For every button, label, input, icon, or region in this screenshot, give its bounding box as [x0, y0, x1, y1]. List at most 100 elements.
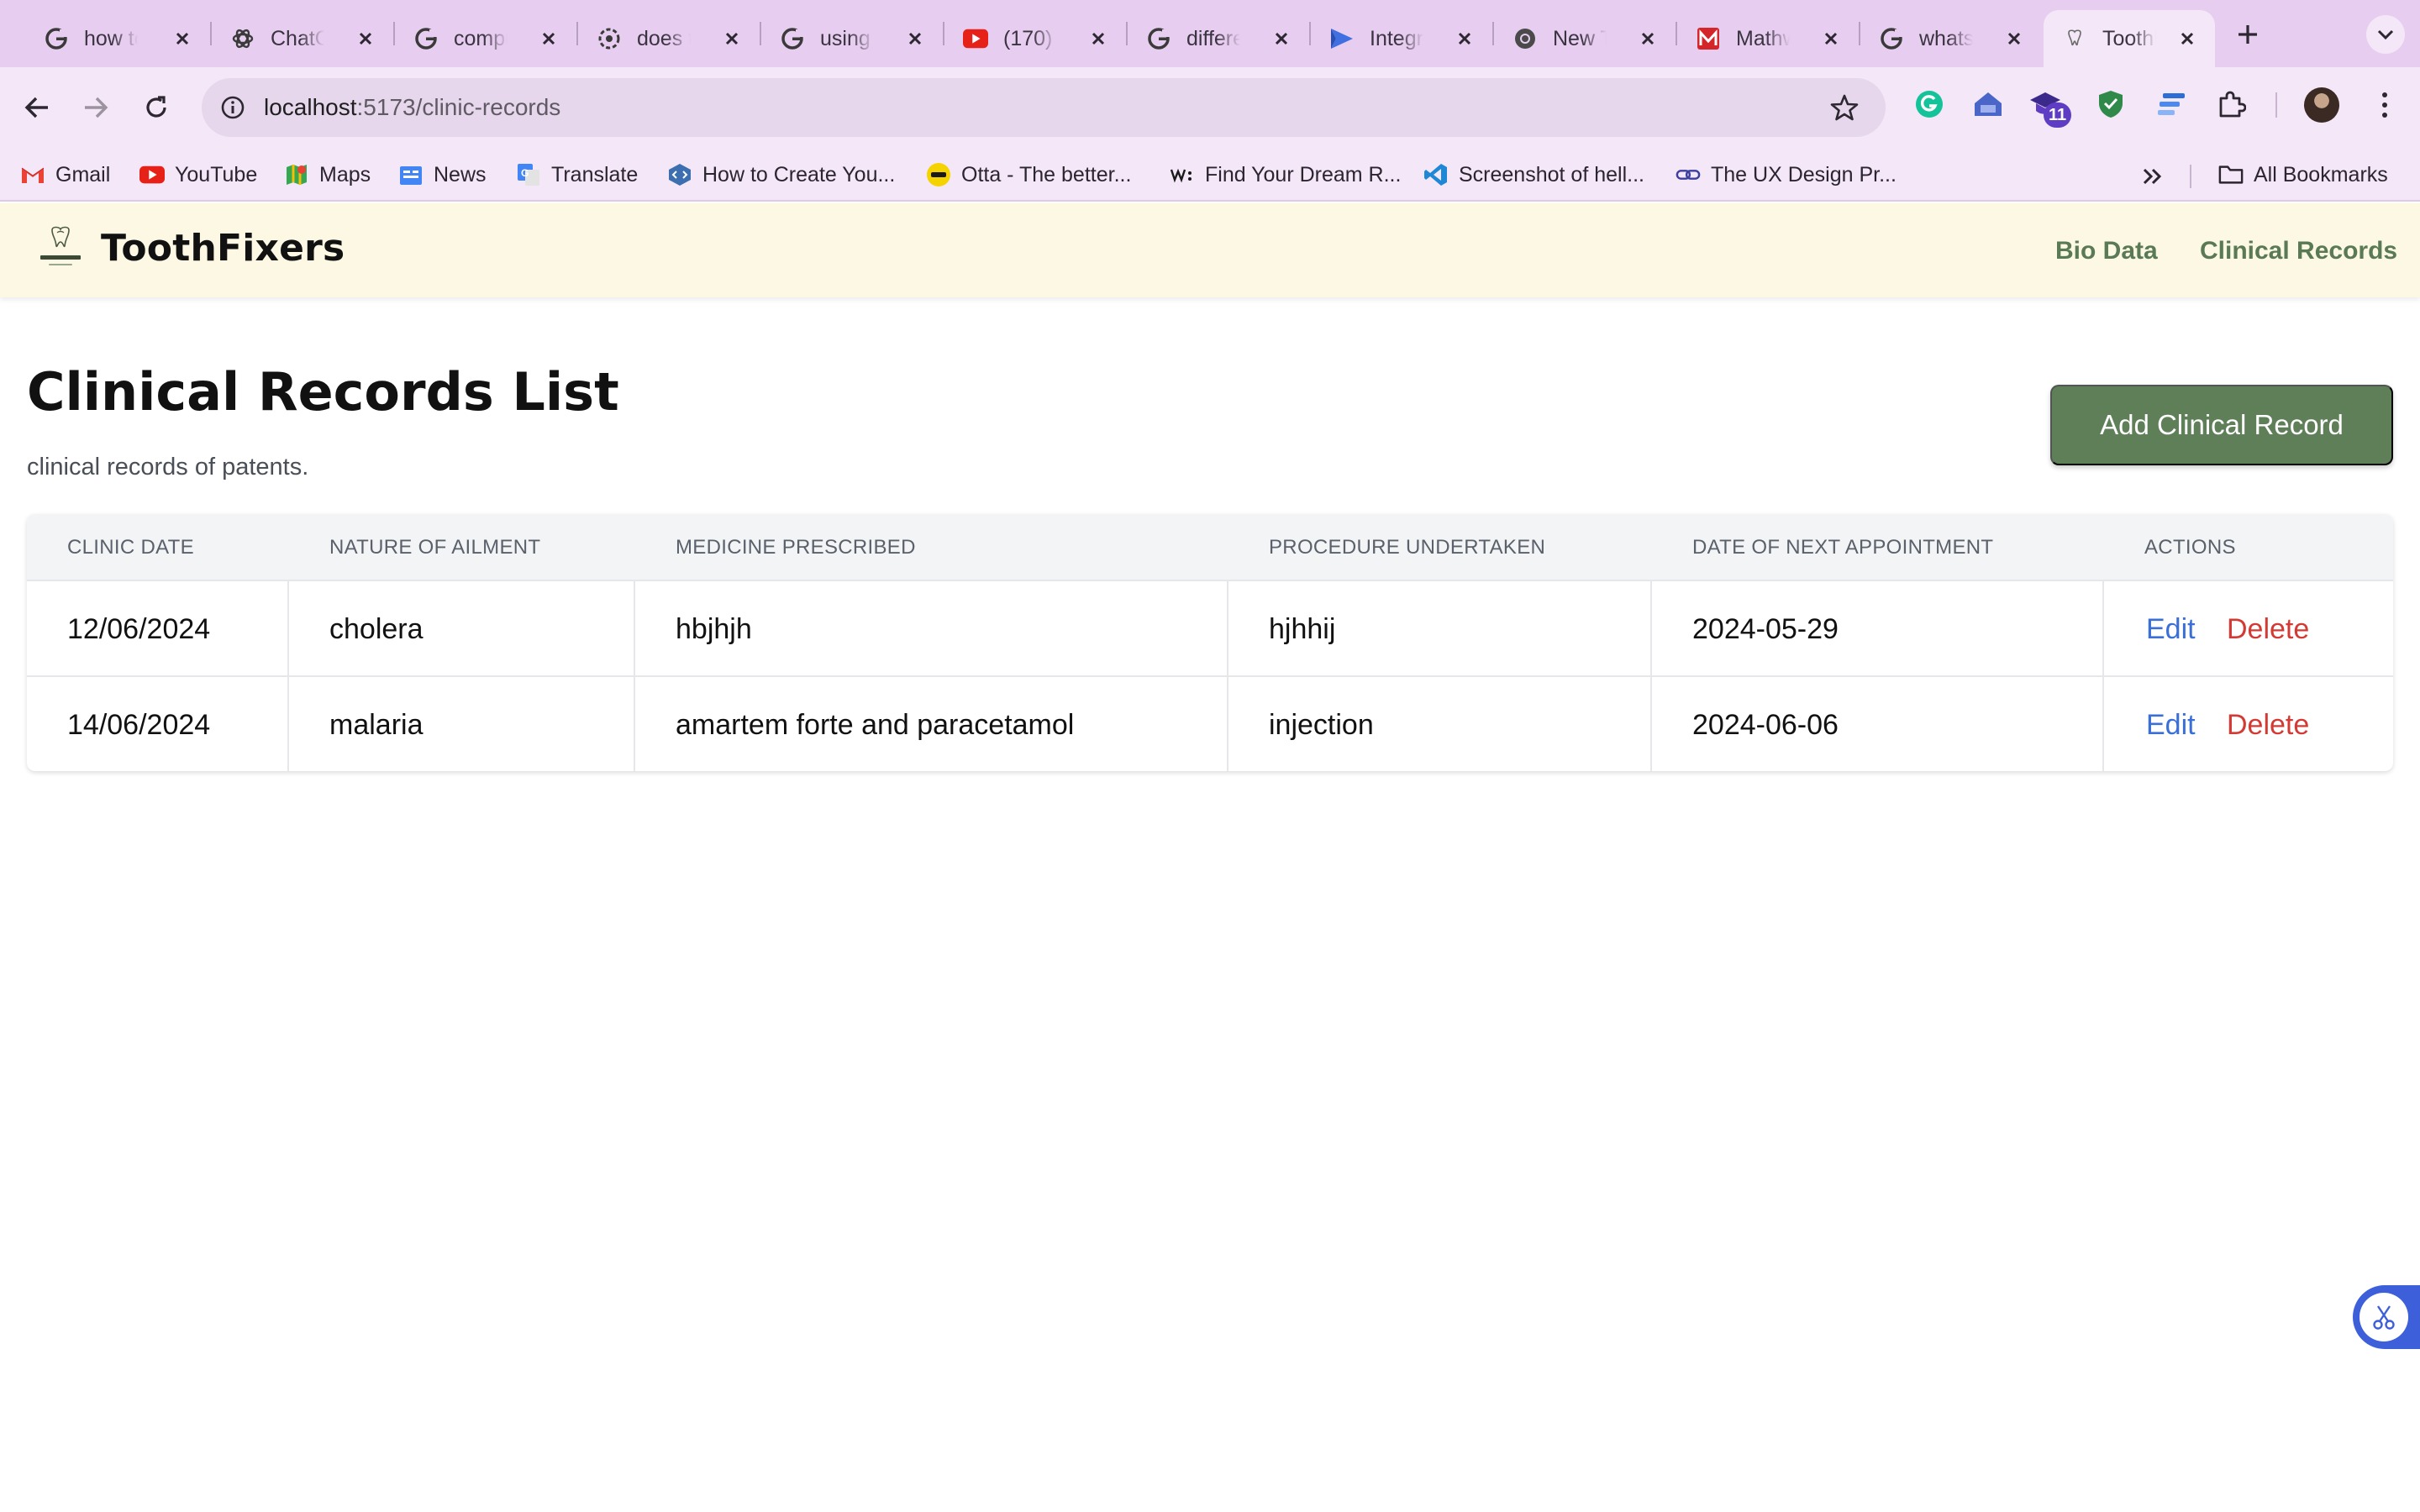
cell-ailment: cholera [329, 613, 424, 645]
close-icon[interactable] [2175, 26, 2200, 51]
add-clinical-record-button[interactable]: Add Clinical Record [2050, 385, 2393, 465]
close-icon[interactable] [1269, 26, 1294, 51]
profile-avatar[interactable] [2304, 87, 2339, 123]
cell-ailment: malaria [329, 709, 424, 741]
extension-house-icon[interactable] [1970, 86, 2007, 123]
extensions-puzzle-icon[interactable] [2213, 86, 2250, 123]
tab-9[interactable]: Mathw [1677, 10, 1859, 67]
bookmark-screenshot[interactable]: Screenshot of hell... [1423, 160, 1644, 190]
tab-3[interactable]: does t [578, 10, 760, 67]
link-icon [1676, 162, 1701, 187]
tab-1[interactable]: ChatGPT [212, 10, 393, 67]
translate-icon: G [516, 162, 541, 187]
close-icon[interactable] [170, 26, 195, 51]
forward-button[interactable] [74, 86, 118, 129]
tab-5[interactable]: (170) S [944, 10, 1126, 67]
reload-button[interactable] [134, 86, 178, 129]
browser-menu-icon[interactable] [2370, 87, 2400, 123]
nav-bio-data[interactable]: Bio Data [2055, 237, 2158, 265]
toothfixers-logo[interactable] [35, 223, 86, 276]
bookmark-star-icon[interactable] [1828, 92, 1860, 123]
google-icon [1879, 26, 1904, 51]
browser-window: how to ChatGPT compu does t using r [0, 0, 2420, 1512]
column-divider [1650, 677, 1652, 771]
wellfound-icon [1170, 162, 1195, 187]
toothfixers-icon [2062, 26, 2087, 51]
column-divider [287, 581, 289, 677]
vscode-icon [1423, 162, 1449, 187]
tab-2[interactable]: compu [395, 10, 576, 67]
shield-icon[interactable] [2092, 86, 2129, 123]
close-icon[interactable] [536, 26, 561, 51]
column-divider [1227, 581, 1228, 677]
brand-name[interactable]: ToothFixers [101, 227, 345, 270]
header-procedure: Procedure Undertaken [1269, 536, 1546, 559]
bookmark-gmail[interactable]: Gmail [20, 160, 110, 190]
bookmark-how-to-create[interactable]: How to Create You... [667, 160, 895, 190]
chatgpt-icon [230, 26, 255, 51]
tab-10[interactable]: whats [1860, 10, 2042, 67]
news-icon [398, 162, 424, 187]
close-icon[interactable] [1635, 26, 1660, 51]
back-button[interactable] [15, 86, 59, 129]
extension-badge: 11 [2044, 102, 2072, 128]
folder-icon [2218, 162, 2244, 187]
bookmarks-overflow-icon[interactable] [2138, 161, 2168, 192]
bookmark-maps[interactable]: Maps [284, 160, 371, 190]
column-divider [634, 677, 635, 771]
tab-8[interactable]: New Ta [1494, 10, 1676, 67]
column-divider [287, 677, 289, 771]
tab-7[interactable]: Integra [1311, 10, 1492, 67]
cell-clinic-date: 14/06/2024 [67, 709, 211, 741]
all-bookmarks-button[interactable]: All Bookmarks [2218, 160, 2388, 190]
close-icon[interactable] [719, 26, 744, 51]
site-info-icon[interactable] [213, 88, 252, 127]
grammarly-icon[interactable] [1911, 86, 1948, 123]
bookmark-label: YouTube [175, 162, 258, 186]
address-bar[interactable]: localhost:5173/clinic-records [202, 78, 1886, 137]
edit-button[interactable]: Edit [2146, 613, 2196, 646]
bookmark-news[interactable]: News [398, 160, 487, 190]
close-icon[interactable] [1452, 26, 1477, 51]
tab-title: does t [637, 26, 691, 50]
close-icon[interactable] [902, 26, 928, 51]
tab-title: Mathw [1736, 26, 1790, 50]
tab-title: differe [1186, 26, 1240, 50]
tab-search-button[interactable] [2366, 15, 2405, 54]
svg-text:G: G [521, 167, 529, 179]
stack-lines-icon[interactable] [2153, 86, 2190, 123]
edit-button[interactable]: Edit [2146, 709, 2196, 742]
header-clinic-date: Clinic Date [67, 536, 194, 559]
header-ailment: Nature of Ailment [329, 536, 541, 559]
tab-4[interactable]: using r [761, 10, 943, 67]
delete-button[interactable]: Delete [2227, 709, 2309, 742]
url-text[interactable]: localhost:5173/clinic-records [264, 94, 560, 121]
google-icon [780, 26, 805, 51]
tab-0[interactable]: how to [25, 10, 210, 67]
tab-title: ToothF [2102, 26, 2156, 50]
google-lens-icon [597, 26, 622, 51]
cell-procedure: hjhhij [1269, 613, 1336, 645]
tab-11-active[interactable]: ToothF [2044, 10, 2215, 67]
close-icon[interactable] [1818, 26, 1844, 51]
bookmark-ux-design[interactable]: The UX Design Pr... [1676, 160, 1897, 190]
bookmark-otta[interactable]: Otta - The better... [926, 160, 1131, 190]
table-header: Clinic Date Nature of Ailment Medicine P… [27, 514, 2393, 580]
bookmark-find-your-dream[interactable]: Find Your Dream R... [1170, 160, 1401, 190]
bookmark-translate[interactable]: G Translate [516, 160, 638, 190]
bookmark-label: Find Your Dream R... [1205, 162, 1402, 186]
floating-scissors-widget[interactable] [2353, 1285, 2420, 1349]
google-icon [1146, 26, 1171, 51]
tab-title: whats [1919, 26, 1973, 50]
nav-clinical-records[interactable]: Clinical Records [2200, 237, 2397, 265]
tab-6[interactable]: differe [1128, 10, 1309, 67]
bookmark-youtube[interactable]: YouTube [139, 160, 257, 190]
close-icon[interactable] [353, 26, 378, 51]
otta-icon [926, 162, 951, 187]
bookmark-label: News [434, 162, 487, 186]
close-icon[interactable] [2002, 26, 2027, 51]
new-tab-button[interactable] [2228, 15, 2267, 54]
close-icon[interactable] [1086, 26, 1111, 51]
delete-button[interactable]: Delete [2227, 613, 2309, 646]
cell-medicine: amartem forte and paracetamol [676, 709, 1075, 741]
